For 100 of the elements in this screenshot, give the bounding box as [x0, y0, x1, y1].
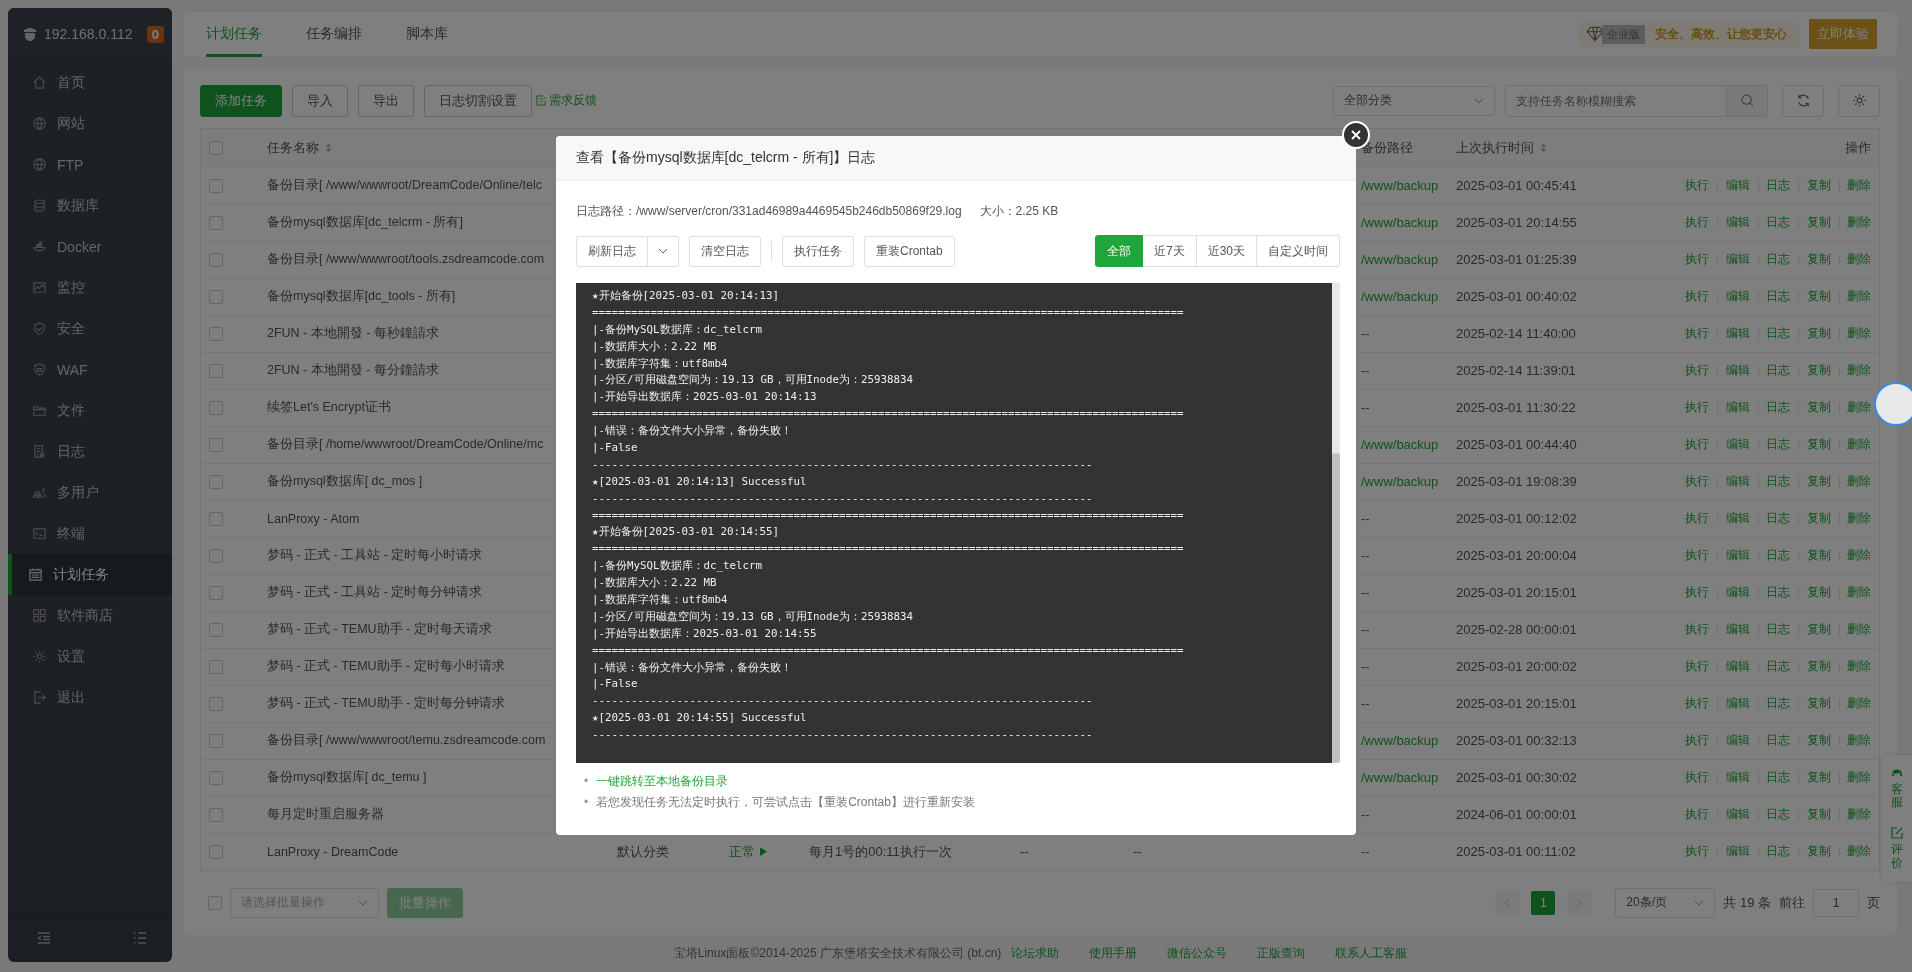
toolbar-button[interactable]: 导出 — [358, 84, 414, 117]
action-link[interactable]: 日志 — [1766, 399, 1790, 417]
column-header[interactable]: 上次执行时间 — [1456, 138, 1534, 157]
action-link[interactable]: 日志 — [1766, 584, 1790, 602]
row-checkbox[interactable] — [209, 474, 223, 489]
action-link[interactable]: 删除 — [1847, 695, 1871, 713]
action-link[interactable]: 日志 — [1766, 843, 1790, 861]
action-link[interactable]: 执行 — [1685, 436, 1709, 454]
row-checkbox[interactable] — [209, 548, 223, 563]
action-link[interactable]: 复制 — [1806, 473, 1831, 491]
row-checkbox[interactable] — [209, 437, 223, 452]
dropdown-button[interactable] — [648, 235, 679, 267]
action-link[interactable]: 删除 — [1847, 584, 1871, 602]
sidebar-item[interactable]: 日志 — [8, 431, 172, 472]
backup-path[interactable]: /www/backup — [1361, 178, 1439, 194]
date-range-button[interactable]: 全部 — [1094, 235, 1143, 267]
action-link[interactable]: 日志 — [1766, 695, 1790, 713]
action-link[interactable]: 复制 — [1806, 806, 1831, 824]
action-link[interactable]: 编辑 — [1725, 732, 1750, 750]
action-link[interactable]: 编辑 — [1725, 806, 1750, 824]
prev-page-button[interactable] — [1495, 890, 1520, 915]
action-link[interactable]: 删除 — [1847, 732, 1871, 750]
sidebar-item[interactable]: 监控 — [8, 267, 172, 308]
sidebar-item[interactable]: 安全 — [8, 308, 172, 349]
sidebar-item[interactable]: 计划任务 — [8, 554, 172, 595]
row-checkbox[interactable] — [209, 733, 223, 748]
row-checkbox[interactable] — [209, 363, 223, 378]
sidebar-item[interactable]: Docker — [8, 226, 172, 267]
row-checkbox[interactable] — [209, 659, 223, 674]
action-link[interactable]: 日志 — [1766, 769, 1790, 787]
page-input[interactable]: 1 — [1813, 888, 1859, 917]
run-task-button[interactable]: 执行任务 — [782, 235, 854, 267]
action-link[interactable]: 删除 — [1847, 177, 1871, 195]
backup-path[interactable]: /www/backup — [1361, 437, 1439, 453]
action-link[interactable]: 日志 — [1766, 251, 1790, 269]
action-link[interactable]: 日志 — [1766, 177, 1790, 195]
action-link[interactable]: 执行 — [1685, 769, 1709, 787]
action-link[interactable]: 删除 — [1847, 621, 1871, 639]
try-now-button[interactable]: 立即体验 — [1809, 19, 1877, 50]
refresh-button[interactable] — [1782, 84, 1824, 117]
sort-icon[interactable] — [325, 142, 332, 154]
action-link[interactable]: 复制 — [1806, 362, 1831, 380]
action-link[interactable]: 日志 — [1766, 288, 1790, 306]
scrollbar-thumb[interactable] — [1332, 453, 1340, 763]
collapse-icon[interactable] — [36, 930, 52, 946]
date-range-button[interactable]: 近7天 — [1142, 235, 1197, 267]
review-button[interactable]: 评价 — [1891, 827, 1903, 870]
action-link[interactable]: 编辑 — [1725, 658, 1750, 676]
notification-badge[interactable]: 0 — [146, 25, 164, 43]
backup-path[interactable]: /www/backup — [1361, 474, 1439, 490]
row-checkbox[interactable] — [209, 326, 223, 341]
sidebar-item[interactable]: 退出 — [8, 677, 172, 718]
toolbar-button[interactable]: 导入 — [292, 84, 348, 117]
action-link[interactable]: 删除 — [1847, 214, 1871, 232]
sidebar-item[interactable]: 软件商店 — [8, 595, 172, 636]
toolbar-button[interactable]: 添加任务 — [200, 84, 282, 117]
action-link[interactable]: 日志 — [1766, 806, 1790, 824]
next-page-button[interactable] — [1567, 890, 1592, 915]
refresh-log-button[interactable]: 刷新日志 — [576, 235, 648, 267]
action-link[interactable]: 复制 — [1806, 658, 1831, 676]
row-checkbox[interactable] — [209, 622, 223, 637]
action-link[interactable]: 删除 — [1847, 362, 1871, 380]
action-link[interactable]: 编辑 — [1725, 325, 1750, 343]
sidebar-item[interactable]: 数据库 — [8, 185, 172, 226]
action-link[interactable]: 复制 — [1806, 547, 1831, 565]
action-link[interactable]: 执行 — [1685, 214, 1709, 232]
footer-link[interactable]: 联系人工客服 — [1335, 944, 1408, 962]
action-link[interactable]: 执行 — [1685, 177, 1709, 195]
action-link[interactable]: 复制 — [1806, 510, 1831, 528]
action-link[interactable]: 编辑 — [1725, 621, 1750, 639]
tab[interactable]: 脚本库 — [406, 12, 448, 57]
action-link[interactable]: 复制 — [1806, 621, 1831, 639]
footer-link[interactable]: 微信公众号 — [1167, 944, 1228, 962]
sort-icon[interactable] — [1540, 142, 1547, 154]
search-icon[interactable] — [1739, 93, 1755, 109]
action-link[interactable]: 编辑 — [1725, 473, 1750, 491]
search-field[interactable]: 支持任务名称模糊搜索 — [1505, 84, 1768, 117]
action-link[interactable]: 执行 — [1685, 547, 1709, 565]
action-link[interactable]: 日志 — [1766, 325, 1790, 343]
sidebar-item[interactable]: 网站 — [8, 103, 172, 144]
action-link[interactable]: 日志 — [1766, 621, 1790, 639]
action-link[interactable]: 复制 — [1806, 251, 1831, 269]
settings-button[interactable] — [1838, 84, 1880, 117]
action-link[interactable]: 日志 — [1766, 547, 1790, 565]
date-range-button[interactable]: 自定义时间 — [1257, 235, 1340, 267]
date-range-button[interactable]: 近30天 — [1196, 235, 1257, 267]
action-link[interactable]: 执行 — [1685, 695, 1709, 713]
tab[interactable]: 任务编排 — [306, 12, 362, 57]
action-link[interactable]: 删除 — [1847, 399, 1871, 417]
action-link[interactable]: 执行 — [1685, 843, 1709, 861]
action-link[interactable]: 删除 — [1847, 769, 1871, 787]
sidebar-item[interactable]: 终端 — [8, 513, 172, 554]
action-link[interactable]: 编辑 — [1725, 288, 1750, 306]
reinstall-crontab-button[interactable]: 重装Crontab — [864, 235, 955, 267]
row-checkbox[interactable] — [209, 807, 223, 822]
page-size-select[interactable]: 20条/页 — [1615, 887, 1716, 918]
backup-path[interactable]: /www/backup — [1361, 733, 1439, 749]
action-link[interactable]: 执行 — [1685, 584, 1709, 602]
action-link[interactable]: 日志 — [1766, 658, 1790, 676]
action-link[interactable]: 删除 — [1847, 843, 1871, 861]
